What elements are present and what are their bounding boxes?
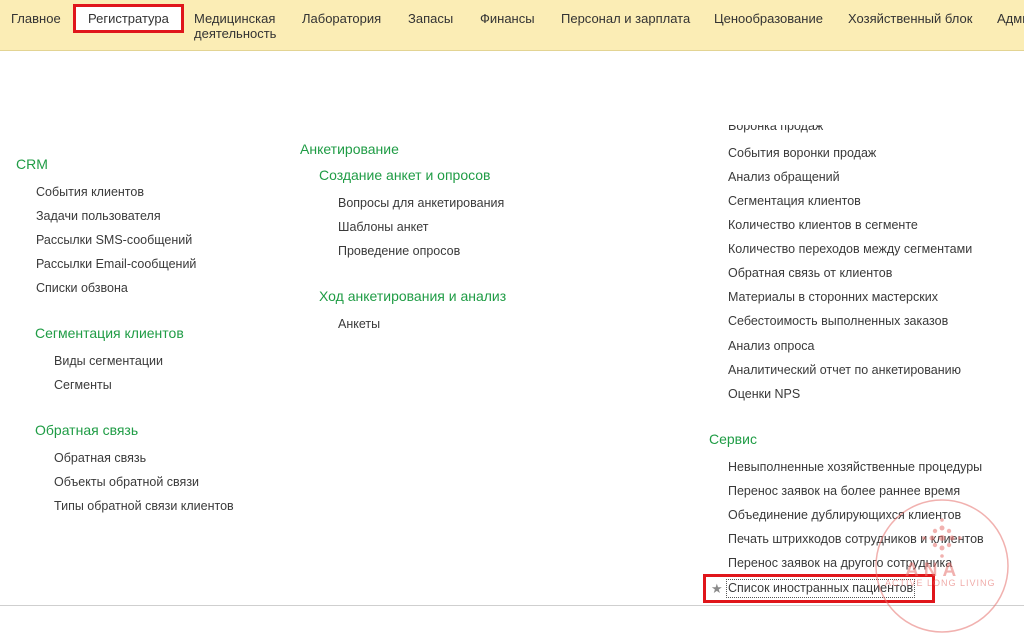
group-title-service: Сервис (709, 431, 757, 447)
tab-laboratory[interactable]: Лаборатория (302, 11, 381, 26)
link-client-events[interactable]: События клиентов (36, 185, 144, 200)
watermark-slogan-text: ACTIVE LONG LIVING (885, 578, 996, 588)
tab-pricing[interactable]: Ценообразование (714, 11, 823, 26)
group-title-surveys: Анкетирование (300, 141, 399, 157)
link-sales-funnel[interactable]: Воронка продаж (728, 125, 823, 134)
link-survey-analytics-report[interactable]: Аналитический отчет по анкетированию (728, 363, 961, 378)
group-title-segmentation: Сегментация клиентов (35, 325, 184, 341)
link-email-mailings[interactable]: Рассылки Email-сообщений (36, 257, 196, 272)
link-conduct-surveys[interactable]: Проведение опросов (338, 244, 460, 259)
link-order-cost[interactable]: Себестоимость выполненных заказов (728, 314, 948, 329)
tab-medical-activity-line2: деятельность (194, 26, 277, 41)
link-feedback-types[interactable]: Типы обратной связи клиентов (54, 499, 234, 514)
favorite-star-icon[interactable]: ★ (711, 581, 723, 596)
link-merge-duplicate-clients[interactable]: Объединение дублирующихся клиентов (728, 508, 961, 523)
link-client-feedback[interactable]: Обратная связь от клиентов (728, 266, 892, 281)
link-survey-analysis[interactable]: Анализ опроса (728, 339, 815, 354)
link-feedback[interactable]: Обратная связь (54, 451, 146, 466)
link-user-tasks[interactable]: Задачи пользователя (36, 209, 161, 224)
tab-household[interactable]: Хозяйственный блок (848, 11, 972, 26)
tab-main[interactable]: Главное (11, 11, 61, 26)
tab-registry[interactable]: Регистратура (75, 4, 184, 31)
tab-personnel-payroll[interactable]: Персонал и зарплата (561, 11, 690, 26)
bottom-divider (0, 605, 1024, 606)
link-survey-templates[interactable]: Шаблоны анкет (338, 220, 428, 235)
link-print-barcodes[interactable]: Печать штрихкодов сотрудников и клиентов (728, 532, 984, 547)
group-title-crm: CRM (16, 156, 48, 172)
subgroup-title-create-surveys: Создание анкет и опросов (319, 167, 491, 183)
link-survey-questions[interactable]: Вопросы для анкетирования (338, 196, 504, 211)
link-feedback-objects[interactable]: Объекты обратной связи (54, 475, 199, 490)
cut-item-clip: Воронка продаж (728, 125, 928, 135)
link-unfinished-procedures[interactable]: Невыполненные хозяйственные процедуры (728, 460, 982, 475)
tab-medical-activity-line1: Медицинская (194, 11, 276, 26)
link-segments[interactable]: Сегменты (54, 378, 112, 393)
link-sales-funnel-events[interactable]: События воронки продаж (728, 146, 876, 161)
subgroup-title-survey-progress: Ход анкетирования и анализ (319, 288, 507, 304)
tab-admin[interactable]: Адми (997, 11, 1024, 26)
link-third-party-materials[interactable]: Материалы в сторонних мастерских (728, 290, 938, 305)
tab-finance[interactable]: Финансы (480, 11, 535, 26)
link-segmentation-types[interactable]: Виды сегментации (54, 354, 163, 369)
link-call-lists[interactable]: Списки обзвона (36, 281, 128, 296)
link-client-segmentation[interactable]: Сегментация клиентов (728, 194, 861, 209)
tab-medical-activity[interactable]: Медицинская деятельность (194, 11, 276, 41)
group-title-feedback: Обратная связь (35, 422, 139, 438)
tab-stock[interactable]: Запасы (408, 11, 453, 26)
link-sms-mailings[interactable]: Рассылки SMS-сообщений (36, 233, 192, 248)
link-segment-transitions[interactable]: Количество переходов между сегментами (728, 242, 972, 257)
top-navigation-bar: Главное Регистратура Медицинская деятель… (0, 0, 1024, 51)
link-move-requests-earlier[interactable]: Перенос заявок на более раннее время (728, 484, 960, 499)
link-clients-in-segment[interactable]: Количество клиентов в сегменте (728, 218, 918, 233)
link-questionnaires[interactable]: Анкеты (338, 317, 380, 332)
link-requests-analysis[interactable]: Анализ обращений (728, 170, 840, 185)
link-nps-scores[interactable]: Оценки NPS (728, 387, 800, 402)
